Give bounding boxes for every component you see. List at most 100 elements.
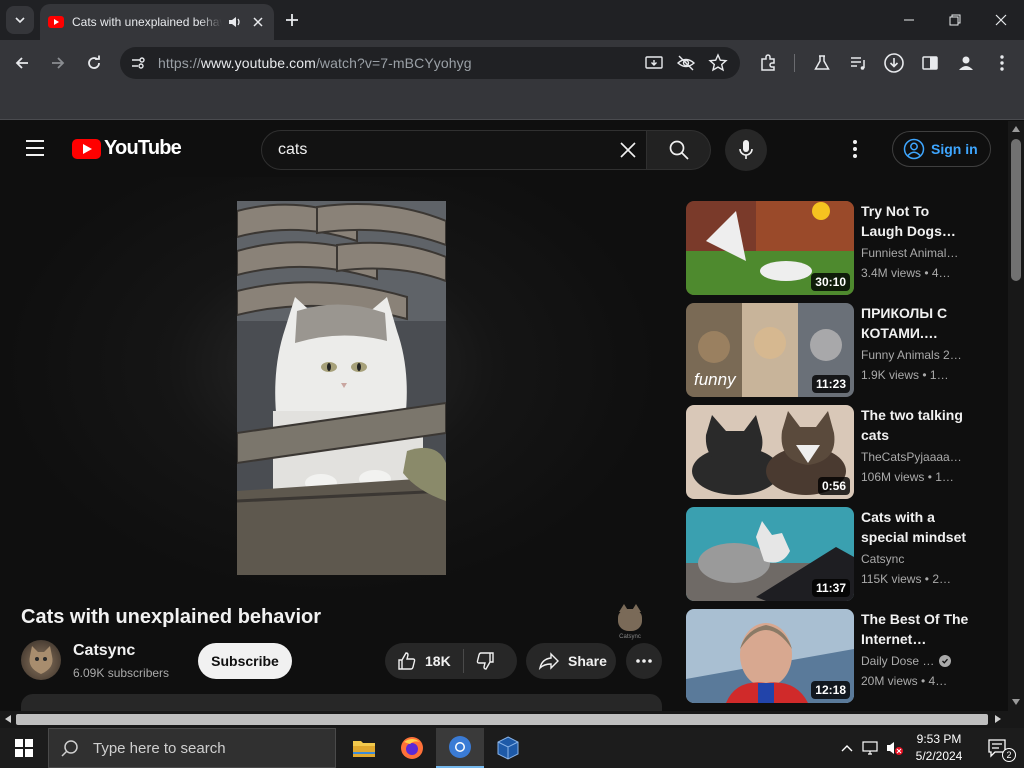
youtube-page: YouTube cats Sign in Catsync Cats with u… bbox=[0, 121, 1008, 711]
video-owner-row: Catsync 6.09K subscribers Subscribe 18K … bbox=[21, 640, 681, 684]
new-tab-icon[interactable] bbox=[282, 10, 302, 30]
video-thumbnail[interactable]: 0:56 bbox=[686, 405, 854, 499]
install-app-icon[interactable] bbox=[644, 53, 664, 73]
more-actions-button[interactable] bbox=[626, 643, 662, 679]
clear-search-icon[interactable] bbox=[618, 140, 638, 160]
recommendation-item[interactable]: 12:18 The Best Of The Internet… Daily Do… bbox=[686, 609, 976, 703]
show-hidden-icons-button[interactable] bbox=[836, 728, 858, 768]
firefox-icon bbox=[401, 737, 423, 759]
search-button[interactable] bbox=[647, 130, 711, 170]
voice-search-button[interactable] bbox=[725, 129, 767, 171]
notifications-button[interactable]: 2 bbox=[978, 728, 1018, 768]
downloads-button[interactable] bbox=[882, 51, 906, 75]
chrome-menu-button[interactable] bbox=[990, 51, 1014, 75]
virtualbox-icon bbox=[497, 736, 519, 760]
like-button[interactable]: 18K bbox=[385, 643, 463, 679]
video-frame[interactable] bbox=[237, 201, 446, 575]
reload-button[interactable] bbox=[82, 51, 106, 75]
volume-button[interactable] bbox=[884, 728, 906, 768]
settings-dots-icon[interactable] bbox=[852, 139, 858, 159]
recommendation-title[interactable]: The two talking cats bbox=[861, 405, 971, 445]
file-explorer-app[interactable] bbox=[340, 728, 388, 768]
start-button[interactable] bbox=[0, 728, 48, 768]
url-text: https://www.youtube.com/watch?v=7-mBCYyo… bbox=[158, 55, 472, 71]
video-thumbnail[interactable]: 30:10 bbox=[686, 201, 854, 295]
thumbs-down-icon bbox=[476, 652, 494, 670]
scroll-up-icon[interactable] bbox=[1012, 126, 1020, 132]
description-box[interactable] bbox=[21, 694, 662, 711]
active-tab[interactable]: Cats with unexplained behavior - YouTube bbox=[40, 4, 274, 40]
media-control-button[interactable] bbox=[846, 51, 870, 75]
taskbar-clock[interactable]: 9:53 PM 5/2/2024 bbox=[908, 731, 970, 765]
flask-icon bbox=[814, 55, 830, 70]
browser-tab-bar: Cats with unexplained behavior - YouTube bbox=[0, 0, 1024, 40]
recommendation-channel[interactable]: Funny Animals 2… bbox=[861, 348, 971, 362]
restore-button[interactable] bbox=[932, 0, 978, 40]
bookmark-star-icon[interactable] bbox=[708, 53, 728, 73]
horizontal-scrollbar[interactable] bbox=[0, 711, 1024, 728]
scroll-left-icon[interactable] bbox=[5, 715, 11, 723]
account-circle-icon bbox=[903, 138, 925, 160]
extensions-button[interactable] bbox=[756, 51, 780, 75]
hamburger-menu-icon[interactable] bbox=[24, 139, 46, 157]
media-queue-icon bbox=[851, 57, 865, 70]
recommendation-item[interactable]: 30:10 Try Not To Laugh Dogs… Funniest An… bbox=[686, 201, 976, 295]
taskbar-search-box[interactable]: Type here to search bbox=[48, 728, 336, 768]
scroll-right-icon[interactable] bbox=[995, 715, 1001, 723]
back-button[interactable] bbox=[10, 51, 34, 75]
recommendation-title[interactable]: Cats with a special mindset bbox=[861, 507, 971, 547]
vertical-scrollbar[interactable] bbox=[1008, 121, 1024, 711]
chrome-app[interactable] bbox=[436, 728, 484, 768]
site-info-icon[interactable] bbox=[130, 55, 146, 71]
share-button[interactable]: Share bbox=[526, 643, 616, 679]
recommendation-channel[interactable]: Catsync bbox=[861, 552, 971, 566]
side-panel-icon bbox=[922, 56, 938, 70]
channel-avatar[interactable] bbox=[21, 640, 61, 680]
like-divider bbox=[463, 649, 464, 673]
recommendation-item[interactable]: 0:56 The two talking cats TheCatsPyjaaaa… bbox=[686, 405, 976, 499]
profile-button[interactable] bbox=[954, 51, 978, 75]
close-icon bbox=[995, 14, 1007, 26]
speaker-icon[interactable] bbox=[228, 15, 242, 29]
side-panel-button[interactable] bbox=[918, 51, 942, 75]
recommendation-item[interactable]: funny 11:23 ПРИКОЛЫ С КОТАМИ.… Funny Ani… bbox=[686, 303, 976, 397]
youtube-favicon-icon bbox=[48, 16, 64, 28]
video-thumbnail[interactable]: funny 11:23 bbox=[686, 303, 854, 397]
network-button[interactable] bbox=[860, 728, 882, 768]
virtualbox-app[interactable] bbox=[484, 728, 532, 768]
search-input[interactable]: cats bbox=[261, 130, 647, 170]
folder-icon bbox=[353, 741, 375, 757]
recommendation-channel[interactable]: TheCatsPyjaaaa… bbox=[861, 450, 971, 464]
recommendation-item[interactable]: 11:37 Cats with a special mindset Catsyn… bbox=[686, 507, 976, 601]
video-thumbnail[interactable]: 12:18 bbox=[686, 609, 854, 703]
recommendation-title[interactable]: The Best Of The Internet… bbox=[861, 609, 971, 649]
share-arrow-icon bbox=[538, 652, 559, 670]
svg-text:funny: funny bbox=[694, 370, 737, 389]
sign-in-button[interactable]: Sign in bbox=[892, 131, 991, 167]
eye-off-icon[interactable] bbox=[676, 53, 696, 73]
video-thumbnail[interactable]: 11:37 bbox=[686, 507, 854, 601]
recommendation-title[interactable]: Try Not To Laugh Dogs… bbox=[861, 201, 971, 241]
video-player[interactable] bbox=[0, 177, 662, 597]
forward-button[interactable] bbox=[46, 51, 70, 75]
horizontal-dots-icon bbox=[636, 659, 652, 663]
firefox-app[interactable] bbox=[388, 728, 436, 768]
subscribe-button[interactable]: Subscribe bbox=[198, 643, 292, 679]
vertical-scroll-thumb[interactable] bbox=[1011, 139, 1021, 281]
youtube-logo[interactable]: YouTube bbox=[72, 137, 182, 160]
address-bar[interactable]: https://www.youtube.com/watch?v=7-mBCYyo… bbox=[120, 47, 740, 79]
channel-name[interactable]: Catsync bbox=[73, 642, 135, 660]
recommendation-channel[interactable]: Funniest Animal… bbox=[861, 246, 971, 260]
tab-search-button[interactable] bbox=[6, 6, 34, 34]
close-window-button[interactable] bbox=[978, 0, 1024, 40]
vertical-dots-icon bbox=[1000, 55, 1004, 71]
recommendation-channel[interactable]: Daily Dose … bbox=[861, 654, 971, 668]
horizontal-scroll-thumb[interactable] bbox=[16, 714, 988, 725]
labs-button[interactable] bbox=[810, 51, 834, 75]
scroll-down-icon[interactable] bbox=[1012, 699, 1020, 705]
minimize-button[interactable] bbox=[886, 0, 932, 40]
windows-taskbar: Type here to search 9:53 PM 5/2/2024 2 bbox=[0, 728, 1024, 768]
recommendation-title[interactable]: ПРИКОЛЫ С КОТАМИ.… bbox=[861, 303, 971, 343]
tab-close-icon[interactable] bbox=[252, 16, 264, 28]
dislike-button[interactable] bbox=[475, 643, 495, 679]
